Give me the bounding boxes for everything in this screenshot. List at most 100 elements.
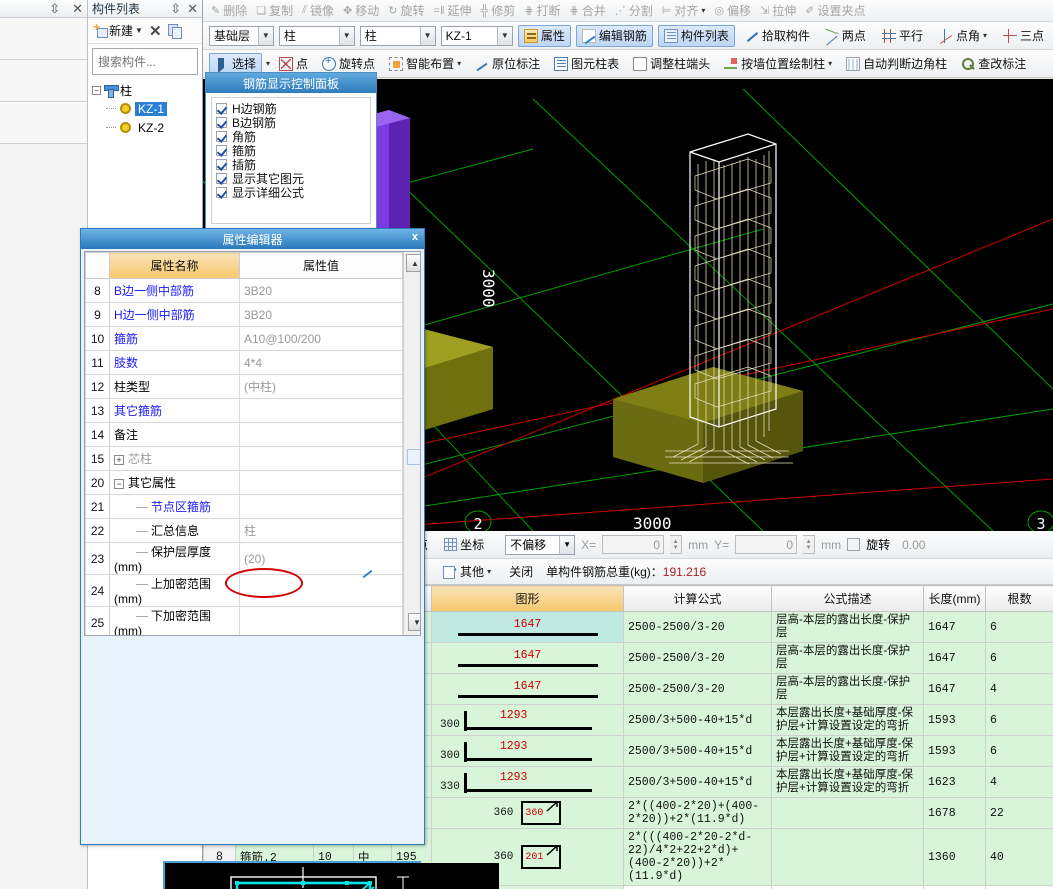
cell-formula-desc[interactable] [771, 828, 924, 886]
collapse-toggle-icon[interactable]: − [92, 85, 101, 95]
rebar-display-option[interactable]: 显示详细公式 [216, 185, 366, 200]
property-row[interactable]: 11 肢数 4*4 [85, 350, 403, 375]
property-row-name[interactable]: 备注 [109, 422, 240, 447]
property-row-value[interactable]: (中柱) [239, 374, 403, 399]
chevron-down-icon[interactable]: ▼ [496, 26, 512, 45]
cell-formula[interactable]: 2*(((400-2*20-2*d-22)/4*2+22+2*d)+(400-2… [623, 828, 772, 886]
chevron-down-icon[interactable]: ▾ [487, 567, 491, 576]
col-formula-desc[interactable]: 公式描述 [771, 585, 924, 612]
adjust-column-end-button[interactable]: 调整柱端头 [628, 53, 715, 75]
smart-layout-button[interactable]: 智能布置 ▾ [384, 53, 466, 75]
property-row-value[interactable] [239, 494, 403, 519]
cell-formula[interactable] [623, 885, 772, 889]
cell-graphic[interactable]: 330 1293 [431, 766, 624, 798]
property-row[interactable]: 12 柱类型 (中柱) [85, 374, 403, 399]
offset-mode-select[interactable]: 不偏移 ▼ [505, 534, 576, 555]
cell-graphic[interactable]: 300 1293 [431, 735, 624, 767]
col-length[interactable]: 长度(mm) [923, 585, 986, 612]
cell-formula[interactable]: 2*((400-2*20)+(400-2*20))+2*(11.9*d) [623, 797, 772, 829]
property-row-name[interactable]: 下加密范围(mm) [109, 606, 240, 635]
cell-formula-desc[interactable]: 层高-本层的露出长度-保护层 [771, 642, 924, 674]
property-row-name[interactable]: + 芯柱 [109, 446, 240, 471]
cell-count[interactable]: 6 [985, 642, 1053, 674]
cell-formula-desc[interactable] [771, 797, 924, 829]
three-point-button[interactable]: 三点 [998, 25, 1049, 47]
chevron-down-icon[interactable]: ▼ [338, 26, 354, 45]
edit-rebar-button[interactable]: 编辑钢筋 [575, 24, 653, 47]
cell-length[interactable]: 1593 [923, 704, 986, 736]
checkbox-icon[interactable] [216, 116, 227, 128]
parallel-button[interactable]: 平行 [877, 25, 928, 47]
property-editor-dialog[interactable]: 属性编辑器 x 属性名称 属性值 8 B边一侧中部筋 3B20 9 H边一侧中部筋 3B2… [80, 228, 499, 889]
cell-formula[interactable]: 2500/3+500-40+15*d [623, 766, 772, 798]
rotate-checkbox[interactable] [847, 538, 861, 551]
property-row[interactable]: 14 备注 [85, 422, 403, 447]
chevron-down-icon[interactable]: ▼ [419, 26, 435, 45]
cell-length[interactable]: 1647 [923, 642, 986, 674]
cell-graphic[interactable]: 1647 [431, 673, 624, 705]
element-column-table-button[interactable]: 图元柱表 [549, 53, 624, 75]
pin-icon[interactable]: ⇳ [49, 1, 60, 17]
property-row-name[interactable]: 其它箍筋 [109, 398, 240, 423]
cell-formula[interactable]: 2500-2500/3-20 [623, 673, 772, 705]
cell-graphic[interactable]: 360 360 [431, 797, 624, 829]
rebar-display-control-panel[interactable]: 钢筋显示控制面板 H边钢筋 B边钢筋 角筋 箍筋 插筋 显示其它图元 显示详细公式 [205, 72, 377, 230]
chevron-down-icon[interactable]: ▾ [983, 31, 987, 40]
toolbar-item-offset[interactable]: ◎ 偏移 [714, 2, 751, 19]
col-count[interactable]: 根数 [985, 585, 1053, 612]
toolbar-item-extend[interactable]: =‖ 延伸 [434, 2, 472, 19]
col-graphic[interactable]: 图形 [431, 585, 624, 612]
property-row[interactable]: 21 节点区箍筋 [85, 494, 403, 519]
property-col-name[interactable]: 属性名称 [109, 252, 240, 279]
chevron-down-icon[interactable]: ▾ [266, 59, 270, 68]
close-icon[interactable]: ✕ [72, 1, 83, 17]
delete-component-button[interactable]: ✕ [149, 22, 162, 40]
checkbox-icon[interactable] [216, 102, 227, 114]
property-row-value[interactable] [239, 606, 403, 635]
tree-item-kz2[interactable]: KZ-2 [92, 118, 202, 137]
property-row[interactable]: 24 上加密范围(mm) [85, 574, 403, 607]
category-select[interactable]: 柱 ▼ [278, 25, 355, 46]
chevron-down-icon[interactable]: ▾ [828, 59, 832, 68]
y-spinner[interactable]: ▲ ▼ [803, 535, 816, 554]
property-row[interactable]: 9 H边一侧中部筋 3B20 [85, 302, 403, 327]
property-scrollbar[interactable]: ▲ ▼ [403, 252, 420, 635]
cell-formula[interactable]: 2500/3+500-40+15*d [623, 735, 772, 767]
property-row-value[interactable] [239, 574, 403, 607]
cell-count[interactable]: 4 [985, 673, 1053, 705]
other-button[interactable]: 其他 ▾ [438, 561, 496, 583]
y-input[interactable]: 0 [735, 535, 798, 554]
cell-count[interactable]: 4 [985, 766, 1053, 798]
tree-root-node[interactable]: − 柱 [92, 81, 202, 99]
in-place-annotation-button[interactable]: 原位标注 [470, 53, 545, 75]
property-row[interactable]: 8 B边一侧中部筋 3B20 [85, 278, 403, 303]
checkbox-icon[interactable] [216, 186, 227, 198]
property-row[interactable]: 13 其它箍筋 [85, 398, 403, 423]
expand-toggle-icon[interactable]: + [114, 454, 124, 465]
property-row-value[interactable] [239, 470, 403, 495]
property-row[interactable]: 25 下加密范围(mm) [85, 606, 403, 635]
property-row-value[interactable]: 4*4 [239, 350, 403, 375]
tree-item-kz1[interactable]: KZ-1 [92, 99, 202, 118]
cell-graphic[interactable]: 1647 [431, 611, 624, 643]
property-row[interactable]: 23 保护层厚度(mm) (20) [85, 542, 403, 575]
cell-count[interactable]: 40 [985, 828, 1053, 886]
snap-coordinate[interactable]: 坐标 [439, 535, 489, 554]
check-edit-annotation-button[interactable]: 查改标注 [956, 53, 1031, 75]
cell-count[interactable]: 6 [985, 611, 1053, 643]
cell-count[interactable]: 6 [985, 704, 1053, 736]
property-row[interactable]: 22 汇总信息 柱 [85, 518, 403, 543]
collapse-toggle-icon[interactable]: − [114, 478, 124, 489]
cell-length[interactable]: 1678 [923, 797, 986, 829]
property-row-value[interactable] [239, 398, 403, 423]
property-row-name[interactable]: − 其它属性 [109, 470, 240, 495]
property-row-name[interactable]: 保护层厚度(mm) [109, 542, 240, 575]
property-row-name[interactable]: 节点区箍筋 [109, 494, 240, 519]
cell-formula[interactable]: 2500/3+500-40+15*d [623, 704, 772, 736]
toolbar-item-trim[interactable]: ╬ 修剪 [481, 2, 516, 19]
toolbar-item-move[interactable]: ✥ 移动 [343, 2, 379, 19]
toolbar-item-copy[interactable]: ❏ 复制 [256, 2, 293, 19]
cell-count[interactable]: 22 [985, 797, 1053, 829]
property-row-value[interactable] [239, 422, 403, 447]
toolbar-item-stretch[interactable]: ⇲ 拉伸 [760, 2, 796, 19]
